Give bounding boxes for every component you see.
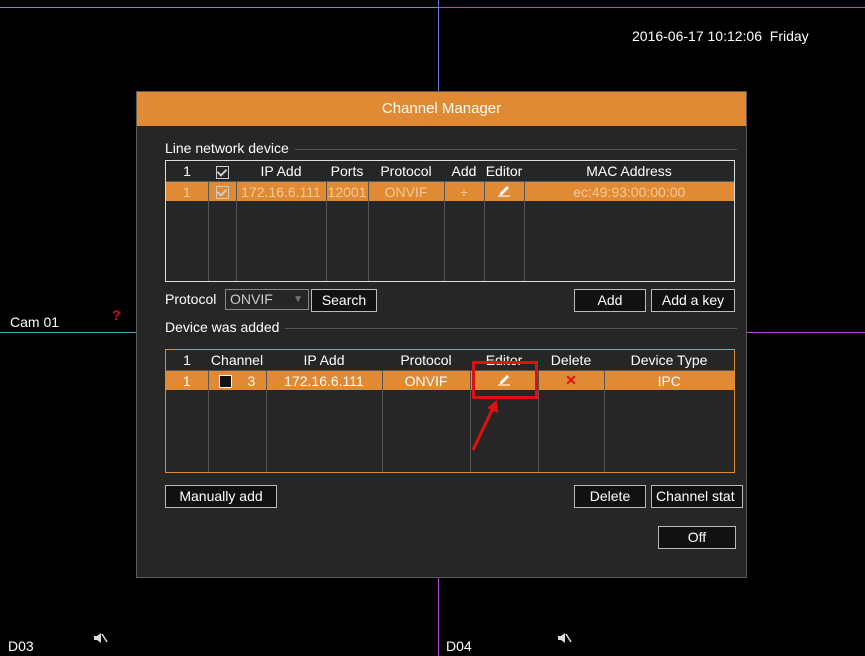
protocol-select-value: ONVIF xyxy=(230,291,273,307)
col-ports: Ports xyxy=(326,161,368,182)
camera-label-d04: D04 xyxy=(446,638,472,654)
row-ip: 172.16.6.111 xyxy=(236,181,327,201)
row-index: 1 xyxy=(166,370,209,390)
grid-line-top-left xyxy=(0,7,438,8)
table-header: 1 Channel IP Add Protocol Editor Delete … xyxy=(166,350,734,371)
section-title-device-added: Device was added xyxy=(165,319,286,335)
row-protocol: ONVIF xyxy=(382,370,471,390)
channel-status-button[interactable]: Channel stat xyxy=(651,485,743,508)
grid-line-mid-right xyxy=(747,332,865,333)
col-select-all[interactable] xyxy=(208,161,236,182)
col-editor: Editor xyxy=(484,161,524,182)
chevron-down-icon: ▼ xyxy=(293,294,303,305)
add-button[interactable]: Add xyxy=(574,289,646,312)
col-delete: Delete xyxy=(538,350,604,371)
col-protocol: Protocol xyxy=(382,350,470,371)
col-add: Add xyxy=(444,161,484,182)
col-ip: IP Add xyxy=(266,350,382,371)
arrow-icon xyxy=(468,398,502,459)
row-device-type: IPC xyxy=(604,370,734,390)
dialog-title: Channel Manager xyxy=(137,92,746,126)
line-network-table[interactable]: 1 IP Add Ports Protocol Add Editor MAC A… xyxy=(165,160,735,282)
edit-icon[interactable] xyxy=(484,181,525,201)
protocol-select[interactable]: ONVIF ▼ xyxy=(225,289,309,310)
search-button[interactable]: Search xyxy=(311,289,377,312)
added-devices-table[interactable]: 1 Channel IP Add Protocol Editor Delete … xyxy=(165,349,735,473)
col-index: 1 xyxy=(166,350,208,371)
camera-label-cam01: Cam 01 xyxy=(10,314,60,330)
row-checkbox[interactable] xyxy=(218,375,232,389)
row-protocol: ONVIF xyxy=(368,181,445,201)
grid-line-top-right xyxy=(438,7,865,8)
section-title-line-network: Line network device xyxy=(165,140,295,156)
col-device-type: Device Type xyxy=(604,350,734,371)
delete-button[interactable]: Delete xyxy=(574,485,646,508)
off-button[interactable]: Off xyxy=(658,526,736,549)
datetime-display: 2016-06-17 10:12:06 Friday xyxy=(632,28,809,44)
speaker-mute-icon xyxy=(556,630,572,651)
add-a-key-button[interactable]: Add a key xyxy=(651,289,735,312)
table-row[interactable]: 1 3 172.16.6.111 ONVIF ✕ IPC xyxy=(166,370,734,390)
col-ip: IP Add xyxy=(236,161,326,182)
row-channel: 3 xyxy=(247,372,256,389)
row-channel-cell[interactable]: 3 xyxy=(208,370,267,390)
table-header: 1 IP Add Ports Protocol Add Editor MAC A… xyxy=(166,161,734,182)
row-port: 12001 xyxy=(326,181,369,201)
row-index: 1 xyxy=(166,181,209,201)
empty-rows xyxy=(166,390,734,472)
col-mac: MAC Address xyxy=(524,161,734,182)
manually-add-button[interactable]: Manually add xyxy=(165,485,277,508)
speaker-mute-icon xyxy=(92,630,108,651)
alert-icon: ? xyxy=(112,307,121,323)
delete-icon[interactable]: ✕ xyxy=(538,370,605,390)
row-checkbox-cell[interactable] xyxy=(208,181,237,201)
channel-manager-dialog: Channel Manager Line network device 1 IP… xyxy=(136,91,747,578)
col-channel: Channel xyxy=(208,350,266,371)
row-ip: 172.16.6.111 xyxy=(266,370,383,390)
camera-label-d03: D03 xyxy=(8,638,34,654)
row-mac: ec:49:93:00:00:00 xyxy=(524,181,734,201)
col-index: 1 xyxy=(166,161,208,182)
table-row[interactable]: 1 172.16.6.111 12001 ONVIF + ec:49:93:00… xyxy=(166,181,734,201)
add-icon[interactable]: + xyxy=(444,181,485,201)
grid-line-vertical-top xyxy=(438,0,439,91)
grid-line-mid-left xyxy=(0,332,136,333)
select-all-checkbox[interactable] xyxy=(215,165,229,179)
col-protocol: Protocol xyxy=(368,161,444,182)
row-checkbox[interactable] xyxy=(215,186,229,200)
empty-rows xyxy=(166,201,734,281)
highlight-box xyxy=(472,361,538,399)
grid-line-vertical-bottom xyxy=(438,578,439,656)
protocol-label: Protocol xyxy=(165,291,217,307)
